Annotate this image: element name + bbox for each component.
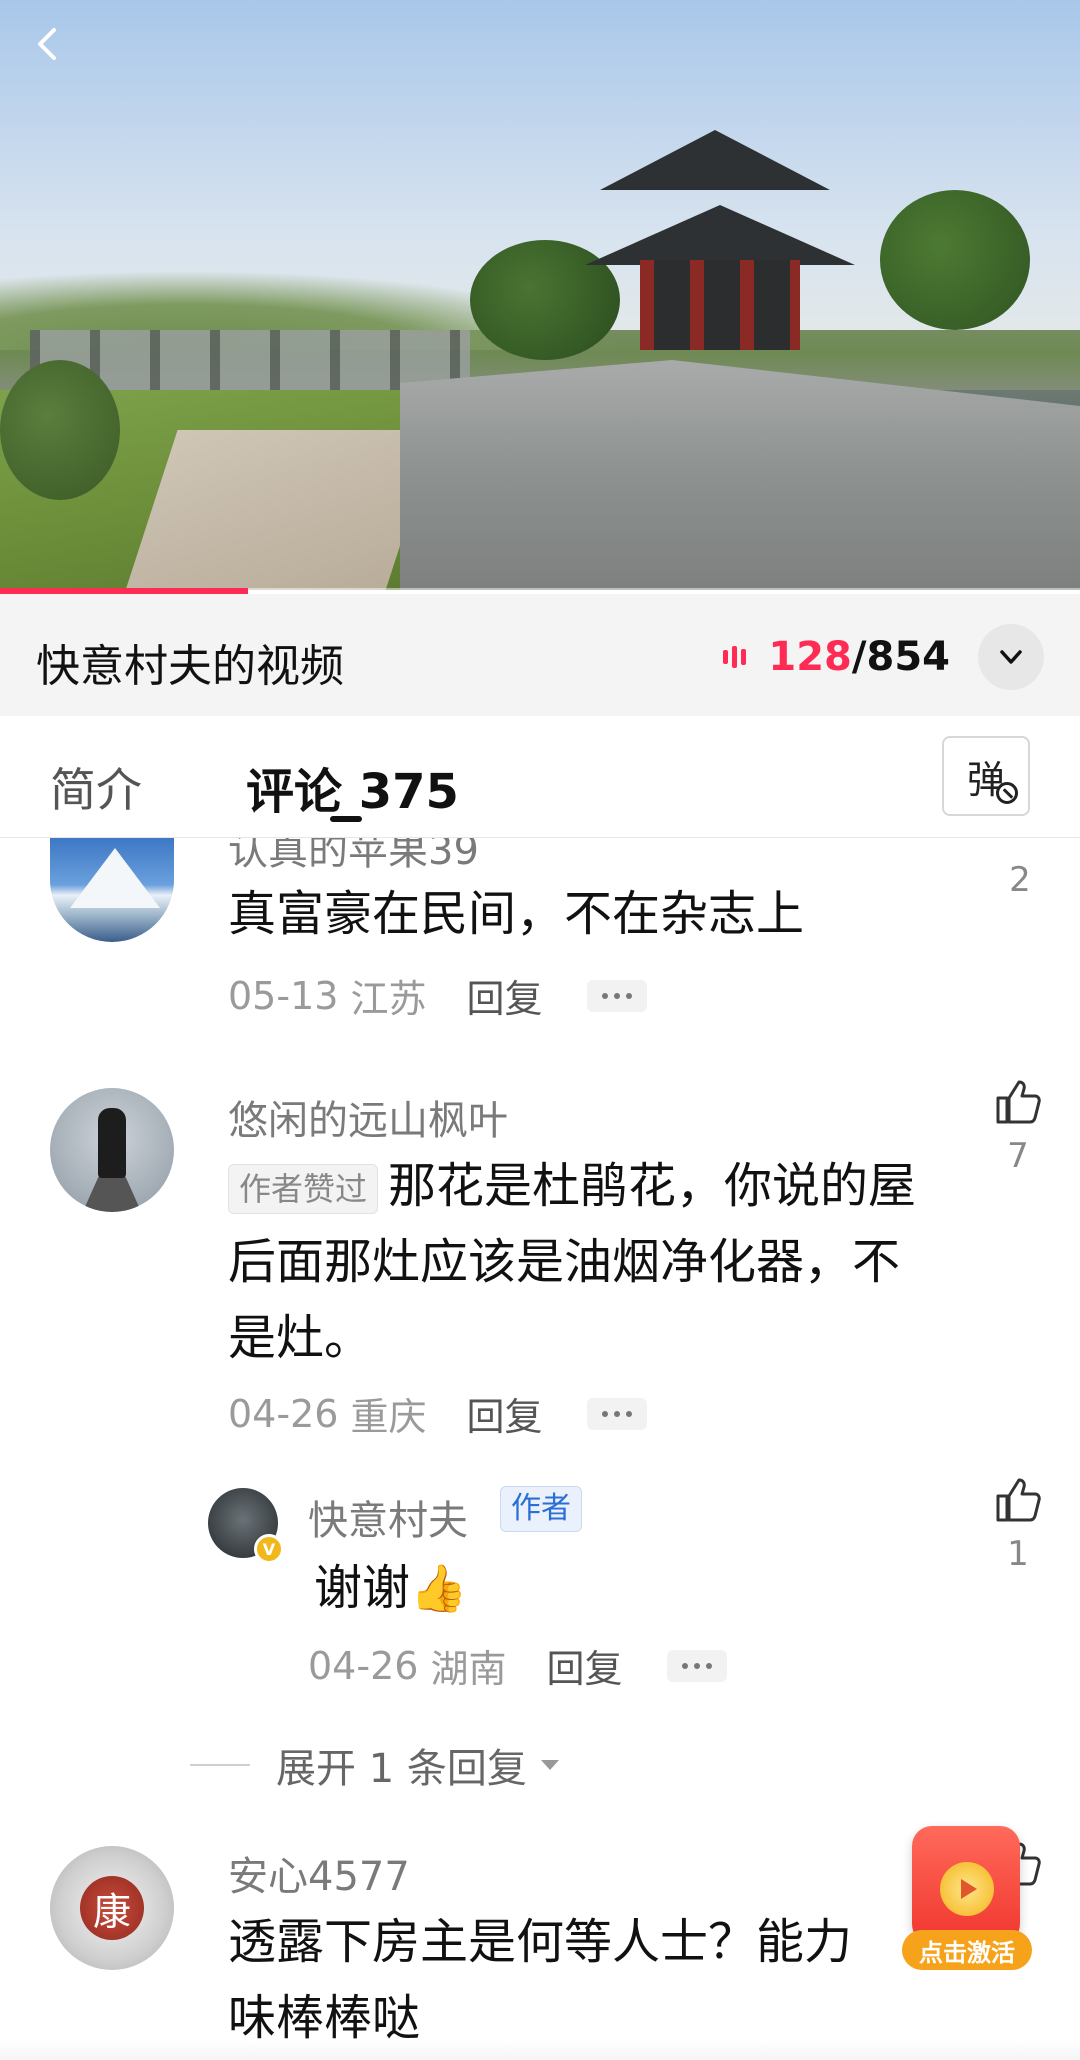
thumbs-up-icon — [996, 1478, 1041, 1522]
mountain-image — [70, 848, 160, 908]
comment-text-line: 后面那灶应该是油烟净化器，不 — [228, 1234, 901, 1290]
comment-text-line: 味棒棒哒 — [228, 1990, 421, 2046]
comment-text: 作者赞过 那花是杜鹃花，你说的屋 后面那灶应该是油烟净化器，不 是灶。 — [228, 1148, 988, 1376]
avatar-figure — [98, 1108, 126, 1178]
reply-avatar[interactable]: V — [208, 1488, 284, 1564]
chevron-down-icon — [1000, 650, 1022, 664]
more-options-icon[interactable] — [666, 1649, 727, 1682]
tab-comments-count: 375 — [358, 764, 459, 820]
playlist-title: 快意村夫的视频 — [36, 641, 344, 692]
reply-button[interactable]: 回复 — [467, 1386, 543, 1441]
author-liked-tag: 作者赞过 — [228, 1164, 379, 1214]
comment-date: 05-13 — [228, 973, 339, 1018]
chevron-left-icon — [38, 28, 56, 60]
reply-date: 04-26 — [308, 1643, 419, 1688]
video-stone-railing — [400, 360, 1080, 590]
like-count: 1 — [1007, 1534, 1029, 1574]
thumbs-up-emoji: 👍 — [410, 1561, 468, 1615]
comment-meta: 04-26 重庆 回复 — [228, 1386, 647, 1441]
caret-down-icon — [540, 1760, 559, 1770]
more-options-icon[interactable] — [586, 979, 647, 1012]
expand-replies-button[interactable]: 展开 1 条回复 — [190, 1736, 559, 1794]
current-index: 128 — [768, 634, 852, 680]
comment-date: 04-26 — [228, 1391, 339, 1436]
bottom-edge — [0, 2040, 1080, 2060]
reply-username[interactable]: 快意村夫 — [308, 1488, 468, 1546]
playlist-title-bar[interactable]: 快意村夫的视频 128/854 — [0, 594, 1080, 716]
comment-text: 真富豪在民间，不在杂志上 — [228, 886, 805, 942]
expand-playlist-button[interactable] — [978, 624, 1044, 690]
reply-button[interactable]: 回复 — [547, 1638, 623, 1693]
more-options-icon[interactable] — [586, 1397, 647, 1430]
activate-label: 点击激活 — [902, 1930, 1032, 1970]
comment-username[interactable]: 安心4577 — [228, 1844, 410, 1902]
video-player[interactable] — [0, 0, 1080, 590]
video-tree — [880, 190, 1030, 330]
play-coin-icon — [940, 1862, 994, 1916]
red-envelope-widget[interactable]: 点击激活 — [902, 1826, 1032, 1976]
total-count: 854 — [866, 634, 951, 680]
comment-text-line: 透露下房主是何等人士？能力 — [228, 1914, 853, 1970]
like-button[interactable]: 2 — [990, 838, 1050, 900]
thumbs-up-icon — [996, 1080, 1041, 1124]
avatar[interactable]: 康 — [50, 1846, 174, 1970]
author-badge: 作者 — [500, 1486, 582, 1532]
comment-username[interactable]: 悠闲的远山枫叶 — [228, 1088, 508, 1146]
avatar[interactable] — [50, 838, 174, 942]
comment-meta: 05-13 江苏 回复 — [228, 968, 647, 1023]
video-path — [122, 430, 438, 590]
comment-text-line: 那花是杜鹃花，你说的屋 — [388, 1158, 917, 1214]
playlist-position: 128/854 — [723, 634, 950, 680]
like-count: 7 — [1007, 1136, 1029, 1176]
comment-text: 透露下房主是何等人士？能力 味棒棒哒 — [228, 1904, 948, 2056]
comment-location: 重庆 — [350, 1395, 427, 1439]
like-button[interactable]: 1 — [988, 1474, 1048, 1574]
index-separator: / — [851, 634, 867, 680]
divider-line — [190, 1764, 250, 1766]
video-pavilion-body — [640, 260, 800, 350]
danmu-toggle-button[interactable]: 弹 — [942, 736, 1030, 816]
verified-icon: V — [254, 1534, 284, 1564]
comment-username[interactable]: 认真的苹果39 — [228, 838, 479, 876]
reply-button[interactable]: 回复 — [467, 968, 543, 1023]
like-button[interactable]: 7 — [988, 1076, 1048, 1176]
tab-comments-label: 评论 — [246, 764, 343, 820]
playing-bars-icon — [723, 646, 747, 668]
video-tree — [470, 240, 620, 360]
tab-intro[interactable]: 简介 — [50, 754, 142, 820]
tab-comments[interactable]: 评论 375 — [246, 752, 459, 822]
expand-replies-label: 展开 1 条回复 — [276, 1746, 527, 1792]
reply-meta: 04-26 湖南 回复 — [308, 1638, 727, 1693]
avatar[interactable] — [50, 1088, 174, 1212]
reply-location: 湖南 — [430, 1647, 507, 1691]
comment-text-line: 是灶。 — [228, 1310, 373, 1366]
like-count: 2 — [1009, 860, 1031, 900]
video-bush — [0, 360, 120, 500]
danmu-off-icon — [996, 782, 1018, 804]
reply-text: 谢谢👍 — [314, 1550, 467, 1626]
back-button[interactable] — [22, 18, 74, 70]
reply-text-content: 谢谢 — [314, 1560, 411, 1616]
comment-location: 江苏 — [350, 977, 427, 1021]
content-tabs: 简介 评论 375 弹 — [0, 716, 1080, 838]
active-tab-indicator — [330, 816, 362, 822]
avatar-seal: 康 — [80, 1876, 144, 1940]
